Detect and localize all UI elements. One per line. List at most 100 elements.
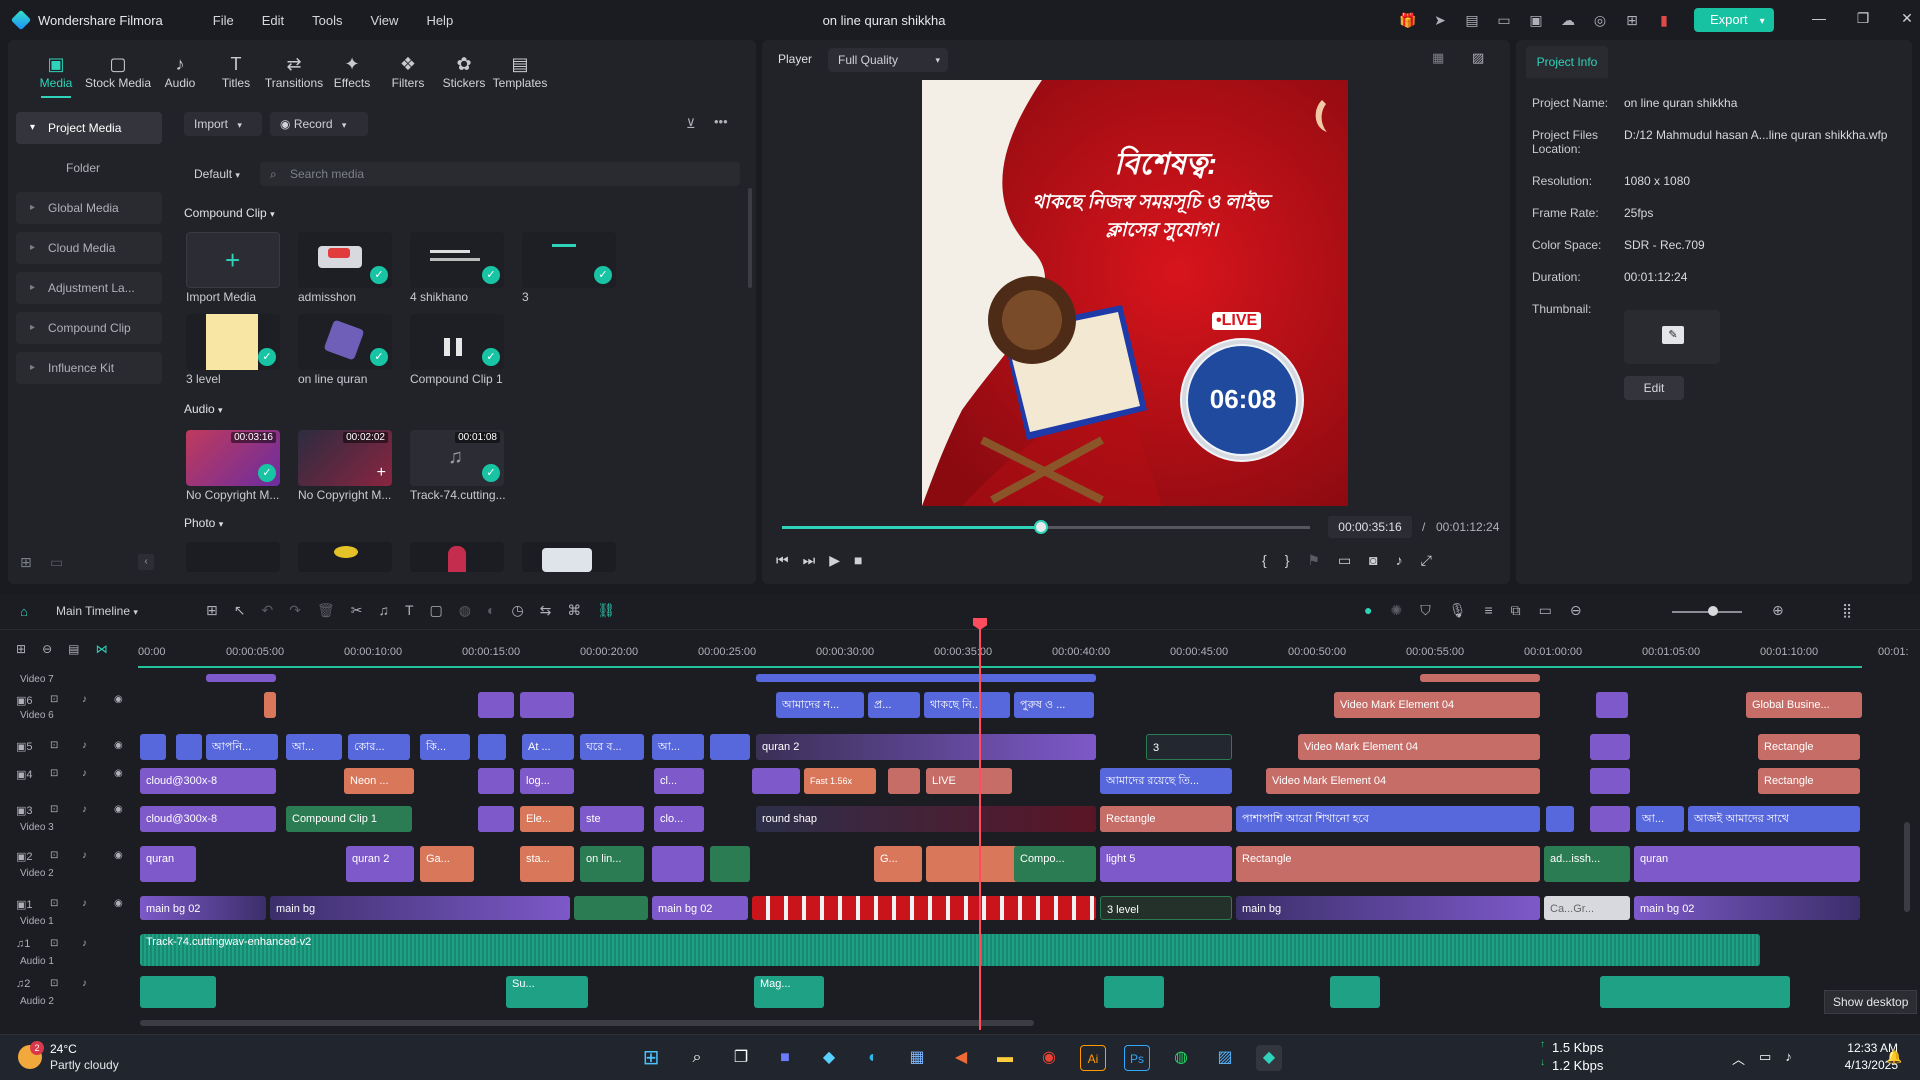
media-player-icon[interactable]: ◀	[948, 1045, 974, 1071]
tab-templates[interactable]: ▤ Templates	[492, 54, 548, 98]
redo-icon[interactable]: ↷	[289, 602, 301, 619]
media-thumb-4-shikhano[interactable]: ✓	[410, 232, 504, 288]
timeline-clip[interactable]: on lin...	[580, 846, 644, 882]
timeline-clip[interactable]: 3 level	[1100, 896, 1232, 920]
timeline-clip[interactable]: cloud@300x-8	[140, 768, 276, 794]
tab-media[interactable]: ▣ Media	[28, 54, 84, 98]
mute-icon[interactable]: ♪	[82, 740, 87, 751]
sidebar-item-influence-kit[interactable]: Influence Kit	[16, 352, 162, 384]
timeline-clip[interactable]: পুরুষ ও ...	[1014, 692, 1094, 718]
edit-thumbnail-button[interactable]: Edit	[1624, 376, 1684, 400]
add-track-icon[interactable]: ⊞	[16, 642, 26, 656]
photo-thumb-3[interactable]	[410, 542, 504, 572]
timeline-clip[interactable]: Neon ...	[344, 768, 414, 794]
restore-icon[interactable]: ❐	[1852, 10, 1874, 27]
time-ruler[interactable]: 00:00 00:00:05:00 00:00:10:00 00:00:15:0…	[138, 646, 1918, 664]
timeline-clip[interactable]: ste	[580, 806, 644, 832]
timeline-clip[interactable]: Video Mark Element 04	[1298, 734, 1540, 760]
timeline-clip[interactable]: কোর...	[348, 734, 410, 760]
timeline-clip[interactable]: main bg	[1236, 896, 1540, 920]
folder-icon[interactable]: ▭	[50, 554, 63, 571]
timeline-clip[interactable]: main bg	[270, 896, 570, 920]
media-thumb-on-line-quran[interactable]: ✓	[298, 314, 392, 370]
edge-icon[interactable]: ◐	[860, 1045, 886, 1071]
timeline-clip[interactable]: 3	[1146, 734, 1232, 760]
timeline-clip[interactable]: LIVE	[926, 768, 1012, 794]
media-thumb-compound-clip-1[interactable]: ✓	[410, 314, 504, 370]
audio-split-icon[interactable]: ♫	[378, 602, 389, 619]
tab-project-info[interactable]: Project Info	[1526, 46, 1608, 78]
audio-clip[interactable]	[1600, 976, 1790, 1008]
timeline-clip[interactable]: quran	[1634, 846, 1860, 882]
timeline-clip[interactable]: আ...	[652, 734, 704, 760]
timeline-clip[interactable]: Compound Clip 1	[286, 806, 412, 832]
timeline-clip[interactable]: light 5	[1100, 846, 1232, 882]
import-dropdown[interactable]: Import ▾	[184, 112, 262, 136]
timeline-clip[interactable]: Compo...	[1014, 846, 1096, 882]
timeline-clip[interactable]: আপনি...	[206, 734, 278, 760]
filter-icon[interactable]: ⊻	[686, 116, 696, 132]
timeline-clip[interactable]	[1420, 674, 1540, 682]
link-tracks-icon[interactable]: ⊖	[42, 642, 52, 656]
marker-icon[interactable]: ⚑	[1307, 552, 1320, 569]
tab-titles[interactable]: T Titles	[208, 54, 264, 98]
timeline-clip[interactable]	[1590, 734, 1630, 760]
snapshot-icon[interactable]: ◙	[1369, 552, 1377, 569]
apps-icon[interactable]: ⊞	[1622, 10, 1642, 30]
timeline-clip[interactable]: আমাদের রয়েছে তি...	[1100, 768, 1232, 794]
pip-icon[interactable]: ⧉	[1511, 602, 1521, 619]
timeline-clip[interactable]	[652, 846, 704, 882]
playback-seek-bar[interactable]	[782, 520, 1310, 534]
timeline-clip[interactable]: main bg 02	[1634, 896, 1860, 920]
timeline-clip[interactable]	[520, 692, 574, 718]
new-folder-icon[interactable]: ⊞	[20, 554, 32, 571]
sidebar-item-cloud-media[interactable]: Cloud Media	[16, 232, 162, 264]
mark-out-icon[interactable]: }	[1285, 552, 1290, 569]
timeline-clip[interactable]	[206, 674, 276, 682]
eye-icon[interactable]: ◉	[114, 740, 123, 751]
whatsapp-icon[interactable]: ◍	[1168, 1045, 1194, 1071]
volume-icon[interactable]: ♪	[1396, 552, 1403, 569]
tab-filters[interactable]: ❖ Filters	[380, 54, 436, 98]
mute-icon[interactable]: ♪	[82, 804, 87, 815]
audio-clip[interactable]: Su...	[506, 976, 588, 1008]
tab-stickers[interactable]: ✿ Stickers	[436, 54, 492, 98]
timeline-clip[interactable]	[1590, 806, 1630, 832]
lock-icon[interactable]: ⊡	[50, 978, 58, 989]
timeline-clip[interactable]	[176, 734, 202, 760]
cloud-upload-icon[interactable]: ☁	[1558, 10, 1578, 30]
delete-icon[interactable]: 🗑	[317, 602, 335, 619]
lock-icon[interactable]: ⊡	[50, 938, 58, 949]
timeline-clip[interactable]	[1546, 806, 1574, 832]
timeline-clip[interactable]: প্র...	[868, 692, 920, 718]
audio-clip[interactable]	[1330, 976, 1380, 1008]
gift-icon[interactable]: 🎁	[1398, 10, 1418, 30]
mark-in-icon[interactable]: {	[1262, 552, 1267, 569]
timeline-clip[interactable]: log...	[520, 768, 574, 794]
teams-icon[interactable]: ■	[772, 1045, 798, 1071]
timeline-clip[interactable]: Ele...	[520, 806, 574, 832]
layout-icon[interactable]: ▭	[1494, 10, 1514, 30]
timeline-clip[interactable]	[1596, 692, 1628, 718]
tray-chevron-icon[interactable]: ︿	[1732, 1049, 1745, 1068]
photo-thumb-1[interactable]	[186, 542, 280, 572]
timeline-clip[interactable]: আ...	[286, 734, 342, 760]
zoom-slider-handle[interactable]	[1708, 606, 1718, 616]
speed-icon[interactable]: ◷	[511, 602, 523, 619]
mute-icon[interactable]: ♪	[82, 978, 87, 989]
timeline-clip[interactable]: Rectangle	[1758, 734, 1860, 760]
timeline-clip[interactable]	[710, 734, 750, 760]
search-input[interactable]: ⌕ Search media	[260, 162, 740, 186]
playhead[interactable]	[979, 620, 981, 1030]
media-thumb-3[interactable]: ✓	[522, 232, 616, 288]
grid-view-icon[interactable]: ▦	[1432, 50, 1444, 66]
timeline-clip[interactable]: Global Busine...	[1746, 692, 1862, 718]
lock-icon[interactable]: ⊡	[50, 898, 58, 909]
mute-icon[interactable]: ♪	[82, 938, 87, 949]
timeline-clip[interactable]: clo...	[654, 806, 704, 832]
layout-tool-icon[interactable]: ⊞	[206, 602, 218, 619]
audio-thumb-1[interactable]: 00:03:16 ✓	[186, 430, 280, 486]
lock-icon[interactable]: ⊡	[50, 694, 58, 705]
timeline-clip[interactable]: G...	[874, 846, 922, 882]
send-icon[interactable]: ➤	[1430, 10, 1450, 30]
